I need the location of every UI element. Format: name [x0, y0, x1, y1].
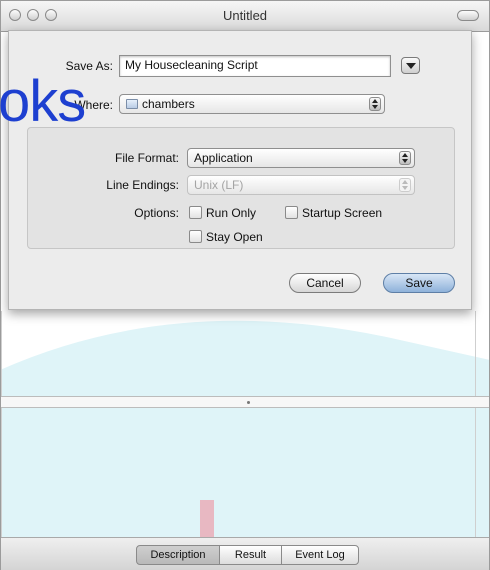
left-edge	[1, 311, 2, 541]
tab-result[interactable]: Result	[219, 545, 282, 565]
tab-description[interactable]: Description	[136, 545, 220, 565]
line-endings-value: Unix (LF)	[194, 178, 244, 192]
expand-browser-button[interactable]	[401, 57, 420, 74]
chevron-down-icon	[406, 63, 416, 69]
right-scroll-track	[475, 311, 476, 541]
folder-icon	[126, 99, 138, 109]
stay-open-label: Stay Open	[206, 230, 263, 244]
popup-arrows-icon	[369, 97, 381, 111]
run-only-label: Run Only	[206, 206, 257, 220]
bottom-bar: Description Result Event Log	[1, 537, 489, 570]
stay-open-checkbox[interactable]	[189, 230, 202, 243]
line-endings-label: Line Endings:	[106, 178, 179, 192]
tab-event-log[interactable]: Event Log	[281, 545, 359, 565]
where-popup[interactable]: chambers	[119, 94, 385, 114]
file-format-label: File Format:	[114, 151, 179, 165]
splitter-handle-icon	[247, 401, 250, 404]
file-format-value: Application	[194, 151, 253, 165]
startup-screen-checkbox[interactable]	[285, 206, 298, 219]
overlay-text: oks	[0, 69, 86, 134]
popup-arrows-icon	[399, 151, 411, 165]
startup-screen-label: Startup Screen	[302, 206, 383, 220]
save-as-field[interactable]: My Housecleaning Script	[119, 55, 391, 77]
options-label: Options:	[134, 206, 179, 220]
file-format-popup[interactable]: Application	[187, 148, 415, 168]
pane-splitter[interactable]	[1, 396, 489, 408]
title-bar: Untitled	[1, 1, 489, 32]
cancel-button[interactable]: Cancel	[289, 273, 361, 293]
where-value: chambers	[142, 97, 195, 111]
popup-arrows-icon	[399, 178, 411, 192]
run-only-checkbox[interactable]	[189, 206, 202, 219]
toolbar-toggle-button[interactable]	[457, 10, 479, 21]
window-title: Untitled	[222, 8, 268, 23]
save-button[interactable]: Save	[383, 273, 455, 293]
line-endings-popup[interactable]: Unix (LF)	[187, 175, 415, 195]
